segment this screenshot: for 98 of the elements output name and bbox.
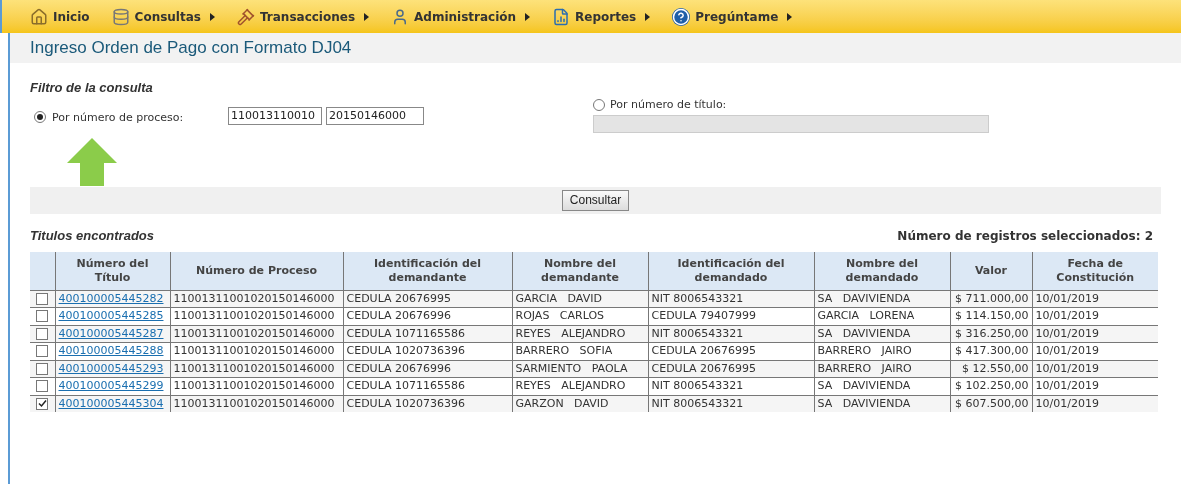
table-cell: 11001311001020150146000 [173, 309, 335, 323]
table-cell: GARZON DAVID [515, 396, 609, 410]
selected-count: Número de registros seleccionados: 2 [897, 228, 1153, 245]
page-title: Ingreso Orden de Pago con Formato DJ04 [30, 37, 352, 60]
column-header: Nombre del demandado [814, 252, 950, 290]
table-cell: $ 114.150,00 [955, 309, 1029, 323]
house-icon [30, 7, 48, 26]
table-cell: $ 102.250,00 [955, 379, 1029, 393]
table-cell: GARCIA LORENA [817, 309, 915, 323]
caret-icon [787, 12, 793, 21]
table-cell: CEDULA 20676995 [651, 361, 757, 375]
consult-button[interactable]: Consultar [561, 189, 630, 211]
title-link[interactable]: 400100005445304 [58, 396, 164, 410]
menu-item[interactable]: Transacciones [236, 7, 370, 26]
table-cell: $ 711.000,00 [955, 291, 1029, 305]
table-cell: 10/01/2019 [1035, 396, 1099, 410]
table-cell: CEDULA 20676996 [346, 309, 452, 323]
title-link[interactable]: 400100005445288 [58, 344, 164, 358]
table-cell: NIT 8006543321 [651, 291, 744, 305]
row-checkbox[interactable] [36, 292, 49, 305]
table-cell: SARMIENTO PAOLA [515, 361, 628, 375]
section-title: Filtro de la consulta [30, 79, 154, 97]
process-number-field[interactable]: 20150146000 [326, 106, 424, 125]
menu-item[interactable]: Reportes [552, 7, 651, 26]
menu-item[interactable]: Inicio [30, 7, 90, 26]
radio-label: Por número de título: [610, 96, 727, 113]
caret-icon [525, 12, 531, 21]
caret-icon [209, 12, 215, 21]
table-cell: 11001311001020150146000 [173, 326, 335, 340]
title-link[interactable]: 400100005445299 [58, 379, 164, 393]
table-cell: 10/01/2019 [1035, 379, 1099, 393]
column-header: Nombre del demandante [512, 252, 648, 290]
table-cell: 10/01/2019 [1035, 344, 1099, 358]
menu-item[interactable]: Pregúntame [672, 7, 793, 26]
table-cell: BARRERO JAIRO [817, 344, 912, 358]
column-header: Valor [950, 252, 1032, 290]
table-cell: CEDULA 1020736396 [346, 344, 466, 358]
table-cell: NIT 8006543321 [651, 379, 744, 393]
table-cell: 11001311001020150146000 [173, 396, 335, 410]
title-link[interactable]: 400100005445285 [58, 309, 164, 323]
table-cell: $ 12.550,00 [962, 361, 1029, 375]
table-cell: CEDULA 1071165586 [346, 379, 466, 393]
table-cell: CEDULA 20676995 [346, 291, 452, 305]
table-cell: CEDULA 79407999 [651, 309, 757, 323]
database-icon [111, 7, 130, 26]
row-checkbox[interactable] [36, 345, 49, 357]
table-cell: REYES ALEJANDRO [515, 326, 626, 340]
title-link[interactable]: 400100005445282 [58, 291, 164, 305]
caret-icon [364, 12, 370, 21]
table-cell: $ 417.300,00 [955, 344, 1029, 358]
table-cell: SA DAVIVIENDA [817, 396, 911, 410]
column-header: Número de Proceso [170, 252, 343, 290]
report-icon [552, 7, 571, 26]
table-cell: 11001311001020150146000 [173, 344, 335, 358]
row-checkbox[interactable] [36, 380, 49, 392]
table-cell: SA DAVIVIENDA [817, 379, 911, 393]
table-cell: 11001311001020150146000 [173, 379, 335, 393]
section-title: Titulos encontrados [30, 226, 154, 245]
radio-button[interactable] [34, 110, 46, 123]
menu-item[interactable]: Consultas [111, 7, 215, 26]
radio-label: Por número de proceso: [52, 109, 184, 126]
help-icon [672, 7, 691, 26]
column-header: Identificación del demandante [343, 252, 512, 290]
menu-item[interactable]: Administración [391, 7, 531, 26]
row-checkbox[interactable] [36, 362, 49, 375]
table-cell: SA DAVIVIENDA [817, 291, 911, 305]
table-cell: 10/01/2019 [1035, 326, 1099, 340]
row-checkbox[interactable] [36, 327, 49, 340]
caret-icon [645, 12, 651, 21]
table-cell: CEDULA 1020736396 [346, 396, 466, 410]
table-cell: NIT 8006543321 [651, 396, 744, 410]
title-link[interactable]: 400100005445287 [58, 326, 164, 340]
table-cell: 11001311001020150146000 [173, 361, 335, 375]
row-checkbox[interactable] [36, 310, 49, 322]
table-cell: REYES ALEJANDRO [515, 379, 626, 393]
table-cell: BARRERO JAIRO [817, 361, 912, 375]
column-header: Fecha de Constitución [1032, 252, 1158, 290]
table-cell: 10/01/2019 [1035, 309, 1099, 323]
table-cell: CEDULA 20676995 [651, 344, 757, 358]
column-header: Número del Título [55, 252, 170, 290]
arrow-icon [67, 138, 117, 186]
table-cell: CEDULA 20676996 [346, 361, 452, 375]
title-link[interactable]: 400100005445293 [58, 361, 164, 375]
table-cell: 11001311001020150146000 [173, 291, 335, 305]
table-cell: NIT 8006543321 [651, 326, 744, 340]
process-number-field[interactable]: 110013110010 [228, 106, 322, 125]
row-checkbox[interactable] [36, 397, 49, 410]
table-cell: $ 607.500,00 [955, 396, 1029, 410]
table-cell: BARRERO SOFIA [515, 344, 613, 358]
column-header: Identificación del demandado [648, 252, 814, 290]
table-cell: GARCIA DAVID [515, 291, 602, 305]
table-cell: ROJAS CARLOS [515, 309, 605, 323]
table-cell: 10/01/2019 [1035, 361, 1099, 375]
table-cell: $ 316.250,00 [955, 326, 1029, 340]
gavel-icon [236, 7, 255, 26]
table-cell: 10/01/2019 [1035, 291, 1099, 305]
table-cell: CEDULA 1071165586 [346, 326, 466, 340]
table-cell: SA DAVIVIENDA [817, 326, 911, 340]
